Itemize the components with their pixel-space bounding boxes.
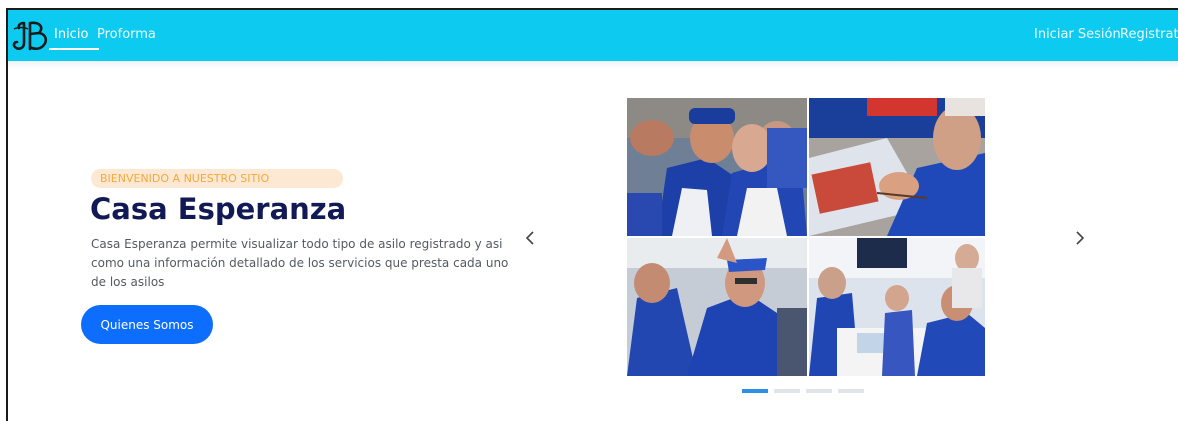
welcome-badge: BIENVENIDO A NUESTRO SITIO [91, 169, 343, 188]
active-nav-indicator [49, 48, 99, 50]
nav-link-inicio[interactable]: Inicio [54, 27, 88, 42]
navbar: Inicio Proforma Iniciar Sesión Registrat… [8, 10, 1178, 61]
brand-logo[interactable] [10, 19, 54, 53]
frame-left-border [6, 8, 8, 421]
carousel-indicator-3[interactable] [806, 389, 832, 393]
nav-link-proforma[interactable]: Proforma [97, 27, 156, 42]
login-link[interactable]: Iniciar Sesión [1034, 27, 1121, 42]
chevron-left-icon [525, 231, 534, 245]
carousel-indicator-2[interactable] [774, 389, 800, 393]
carousel-slide-image [627, 98, 985, 376]
carousel-prev-button[interactable] [522, 225, 540, 251]
page: Inicio Proforma Iniciar Sesión Registrat… [0, 0, 1178, 421]
navbar-shadow [8, 61, 1178, 69]
hero-title: Casa Esperanza [90, 192, 347, 226]
elderly-residents-photo-collage [627, 98, 985, 376]
hero-description: Casa Esperanza permite visualizar todo t… [91, 237, 509, 289]
carousel-indicator-4[interactable] [838, 389, 864, 393]
carousel-indicator-1[interactable] [742, 389, 768, 393]
quienes-somos-button[interactable]: Quienes Somos [81, 305, 213, 344]
register-link[interactable]: Registrate [1120, 27, 1178, 42]
chevron-right-icon [1076, 231, 1085, 245]
carousel-next-button[interactable] [1071, 225, 1089, 251]
jb-monogram-logo-icon [12, 21, 48, 51]
